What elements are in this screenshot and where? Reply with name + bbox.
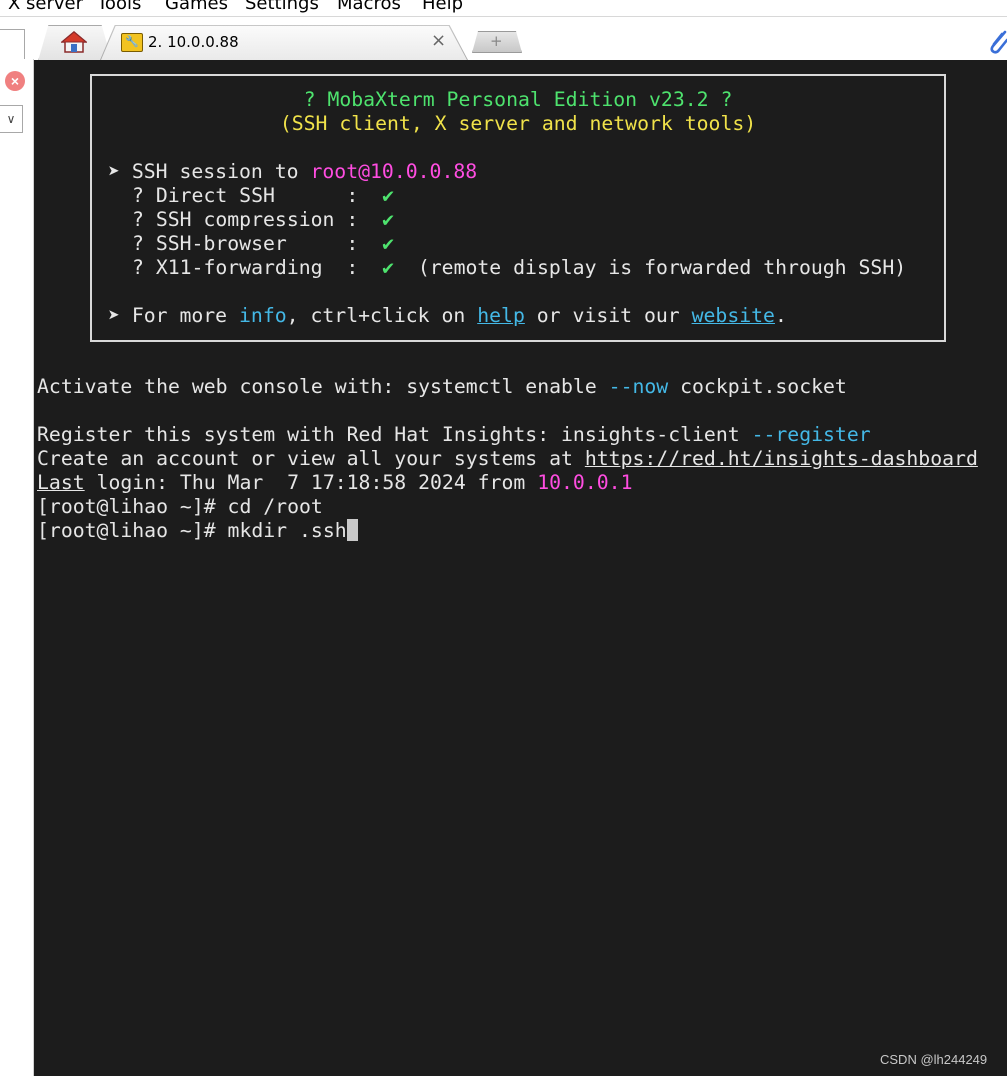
- plus-icon[interactable]: +: [490, 32, 503, 50]
- menu-bar: X server Tools Games Settings Macros Hel…: [0, 0, 1007, 16]
- insights-dashboard-link[interactable]: https://red.ht/insights-dashboard: [585, 447, 978, 470]
- menu-games[interactable]: Games: [165, 0, 228, 14]
- chevron-down-icon[interactable]: ∨: [0, 105, 23, 133]
- terminal-cursor: [346, 519, 358, 541]
- paperclip-icon[interactable]: [985, 28, 1007, 56]
- insights-line: Register this system with Red Hat Insigh…: [37, 423, 871, 446]
- last-login-line: Last login: Thu Mar 7 17:18:58 2024 from…: [37, 471, 633, 494]
- feature-direct-ssh: ? Direct SSH : ✔: [132, 184, 395, 207]
- tab-bar: 🔧 2. 10.0.0.88 × +: [0, 16, 1007, 61]
- session-prefix: ➤ SSH session to: [108, 160, 311, 183]
- menu-x-server[interactable]: X server: [8, 0, 83, 14]
- check-icon: ✔: [382, 232, 395, 255]
- check-icon: ✔: [382, 208, 395, 231]
- website-link[interactable]: website: [692, 304, 775, 327]
- session-host: root@10.0.0.88: [310, 160, 478, 183]
- banner-subtitle: (SSH client, X server and network tools): [279, 112, 757, 135]
- feature-ssh-browser: ? SSH-browser : ✔: [132, 232, 395, 255]
- banner-title: ? MobaXterm Personal Edition v23.2 ?: [303, 88, 733, 111]
- watermark: CSDN @lh244249: [880, 1052, 988, 1067]
- feature-x11-forwarding: ? X11-forwarding : ✔ (remote display is …: [132, 256, 907, 279]
- info-link[interactable]: info: [239, 304, 287, 327]
- welcome-banner: ? MobaXterm Personal Edition v23.2 ? (SS…: [90, 74, 946, 342]
- menu-tools[interactable]: Tools: [97, 0, 141, 14]
- account-line: Create an account or view all your syste…: [37, 447, 978, 470]
- quick-connect-box[interactable]: [0, 29, 25, 61]
- home-icon[interactable]: [61, 30, 87, 54]
- side-strip: × ∨: [0, 59, 34, 1076]
- check-icon: ✔: [382, 184, 395, 207]
- menu-macros[interactable]: Macros: [337, 0, 401, 14]
- ssh-session-line: ➤ SSH session to root@10.0.0.88: [108, 160, 477, 184]
- close-circle-icon[interactable]: ×: [5, 71, 25, 91]
- tab-session-label[interactable]: 2. 10.0.0.88: [148, 33, 239, 51]
- feature-ssh-compression: ? SSH compression : ✔: [132, 208, 395, 231]
- more-info-line: ➤ For more info, ctrl+click on help or v…: [108, 304, 787, 327]
- menu-help[interactable]: Help: [422, 0, 463, 14]
- prompt-line-1: [root@lihao ~]# cd /root: [37, 495, 323, 518]
- tab-close-button[interactable]: ×: [431, 30, 446, 51]
- key-icon: 🔧: [121, 33, 143, 52]
- prompt-line-2[interactable]: [root@lihao ~]# mkdir .ssh: [37, 519, 358, 543]
- help-link[interactable]: help: [477, 304, 525, 327]
- cockpit-line: Activate the web console with: systemctl…: [37, 375, 847, 398]
- check-icon: ✔: [382, 256, 395, 279]
- terminal[interactable]: ? MobaXterm Personal Edition v23.2 ? (SS…: [34, 60, 1007, 1076]
- menu-settings[interactable]: Settings: [245, 0, 319, 14]
